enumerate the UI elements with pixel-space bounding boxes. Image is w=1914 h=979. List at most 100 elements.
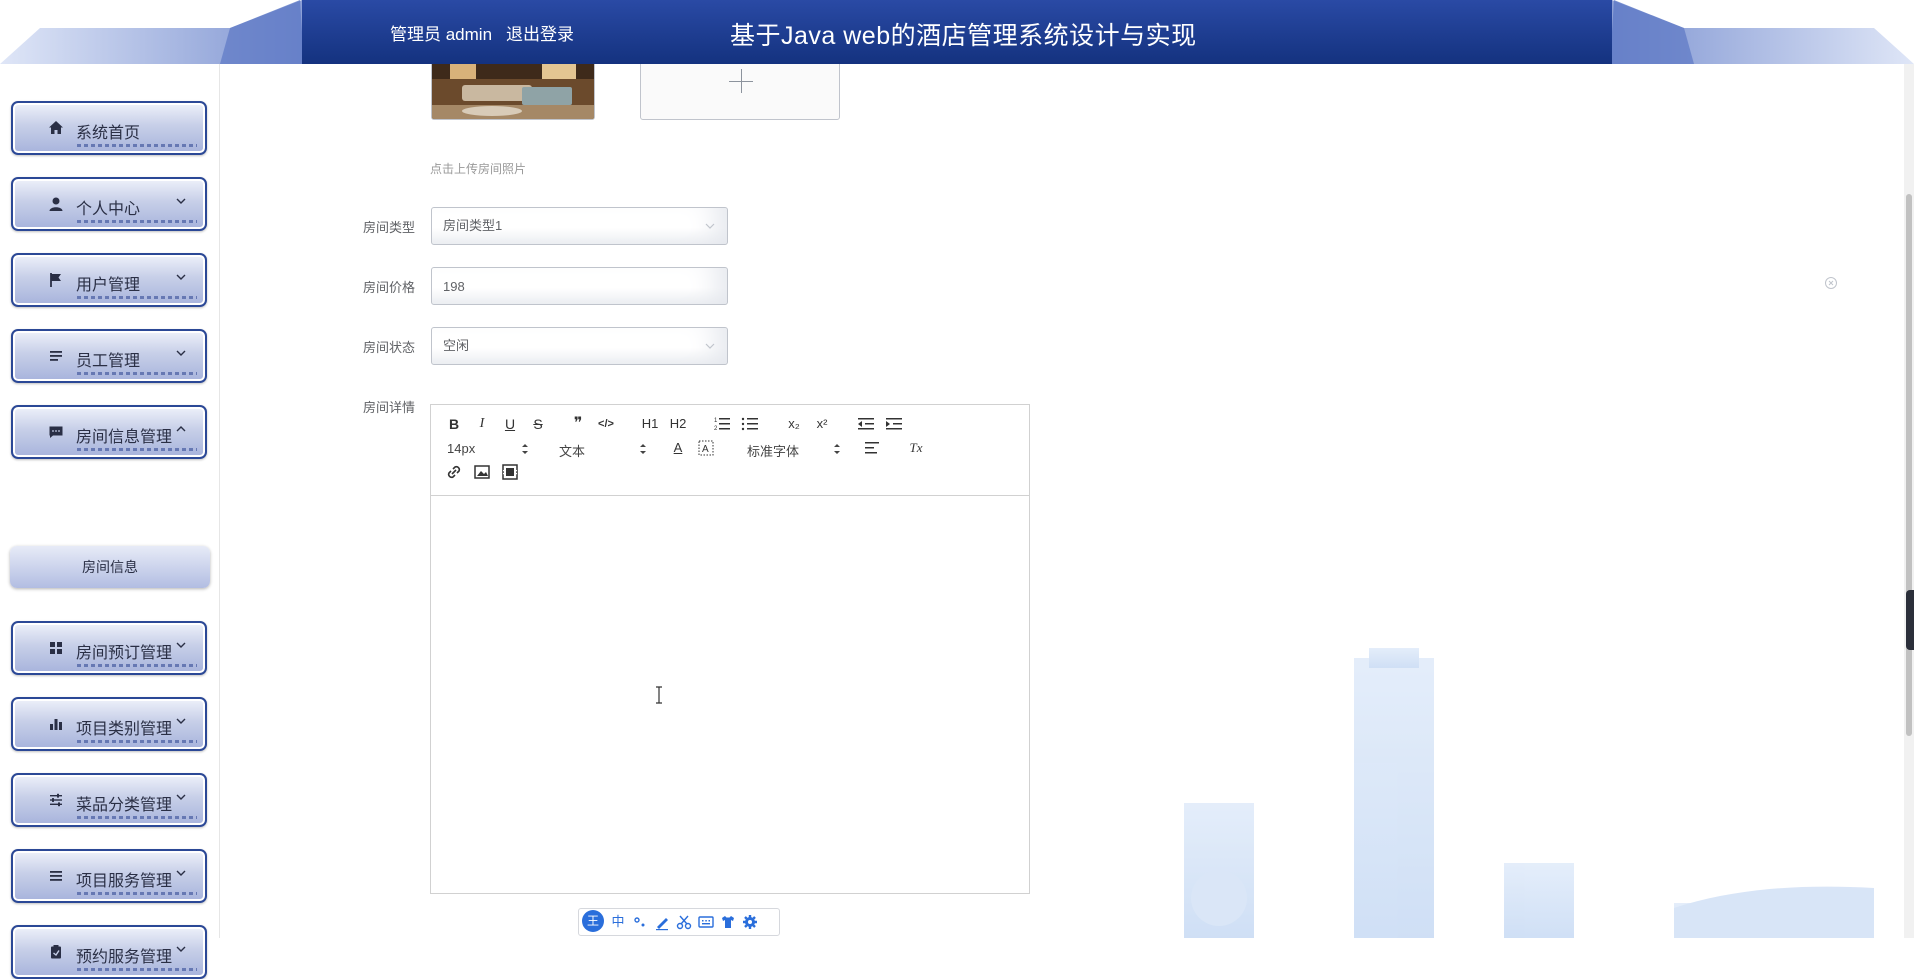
scissors-icon[interactable] <box>675 913 693 931</box>
skin-shirt-icon[interactable] <box>719 913 737 931</box>
subscript-button[interactable]: x₂ <box>783 413 805 435</box>
keyboard-icon[interactable] <box>697 913 715 931</box>
sidebar-item-label: 项目类别管理 <box>76 721 173 738</box>
chevron-down-icon <box>705 223 715 229</box>
up-down-icon <box>640 444 646 454</box>
chevron-down-icon <box>176 274 186 280</box>
chevron-down-icon <box>176 870 186 876</box>
clipboard-icon <box>51 945 61 959</box>
room-status-select[interactable]: 空闲 <box>431 327 728 365</box>
text-style-select[interactable]: 文本 <box>559 438 647 460</box>
chat-icon <box>49 426 63 438</box>
superscript-button[interactable]: x² <box>811 413 833 435</box>
sidebar-item-staff[interactable]: 员工管理 <box>11 329 207 383</box>
admin-user-label: 管理员 admin <box>390 25 493 44</box>
chevron-down-icon <box>176 794 186 800</box>
list-icon <box>50 871 62 881</box>
room-type-value: 房间类型1 <box>443 218 503 233</box>
ime-chinese-mode[interactable]: 中 <box>609 913 627 931</box>
sidebar-item-label: 菜品分类管理 <box>76 797 173 814</box>
align-left-icon[interactable] <box>861 437 883 459</box>
header-2-button[interactable]: H2 <box>667 413 689 435</box>
italic-button[interactable]: I <box>471 413 493 435</box>
header-1-button[interactable]: H1 <box>639 413 661 435</box>
font-color-button[interactable]: A <box>667 437 689 459</box>
code-block-button[interactable]: </> <box>595 413 617 435</box>
sidebar-item-home[interactable]: 系统首页 <box>11 101 207 155</box>
editor-toolbar: B I U S ❞ </> H1 H2 12 x₂ x² 14px 文本 A A… <box>431 405 1029 496</box>
system-title: 基于Java web的酒店管理系统设计与实现 <box>730 22 1197 50</box>
ime-toolbar: 王 中 <box>578 908 780 936</box>
logout-link[interactable]: 退出登录 <box>506 20 574 45</box>
top-header: 管理员 admin 退出登录 基于Java web的酒店管理系统设计与实现 <box>0 0 1914 64</box>
chevron-down-icon <box>176 946 186 952</box>
ordered-list-icon[interactable]: 12 <box>711 413 733 435</box>
room-type-select[interactable]: 房间类型1 <box>431 207 728 245</box>
svg-text:A: A <box>702 444 709 455</box>
outdent-icon[interactable] <box>855 413 877 435</box>
room-type-label: 房间类型 <box>363 220 416 235</box>
settings-gear-icon[interactable] <box>741 913 759 931</box>
sidebar-item-label: 预约服务管理 <box>76 949 173 966</box>
image-icon[interactable] <box>471 461 493 483</box>
bullet-list-icon[interactable] <box>739 413 761 435</box>
chevron-down-icon <box>176 198 186 204</box>
video-icon[interactable] <box>499 461 521 483</box>
indent-icon[interactable] <box>883 413 905 435</box>
strike-button[interactable]: S <box>527 413 549 435</box>
font-family-select[interactable]: 标准字体 <box>747 438 841 460</box>
font-size-select[interactable]: 14px <box>447 438 529 460</box>
sidebar-item-label: 房间信息管理 <box>76 429 173 446</box>
room-status-label: 房间状态 <box>363 340 416 355</box>
editor-content-area[interactable] <box>431 496 1029 893</box>
chevron-down-icon <box>705 343 715 349</box>
sidebar-item-project-service[interactable]: 项目服务管理 <box>11 849 207 903</box>
link-icon[interactable] <box>443 461 465 483</box>
upload-add-button[interactable] <box>640 64 840 120</box>
room-photo-image <box>432 64 594 119</box>
bold-button[interactable]: B <box>443 413 465 435</box>
ime-logo-icon[interactable]: 王 <box>582 910 604 932</box>
room-price-input[interactable] <box>431 267 728 305</box>
sidebar-item-label: 系统首页 <box>76 125 141 142</box>
sidebar: 系统首页 个人中心 用户管理 员工管理 房间信息管理 房间信息 房间预订管理 项… <box>0 64 220 979</box>
chevron-down-icon <box>176 642 186 648</box>
sidebar-item-label: 个人中心 <box>76 201 141 218</box>
scrollbar-thumb[interactable] <box>1906 194 1912 736</box>
clear-format-button[interactable]: Tx <box>905 437 927 459</box>
grid-icon <box>50 642 62 654</box>
main-content: 点击上传房间照片 房间类型 房间类型1 房间价格 房间状态 空闲 房间详情 B … <box>220 64 1904 938</box>
svg-text:1: 1 <box>714 418 718 424</box>
background-buildings-image <box>1184 648 1874 938</box>
background-color-icon[interactable]: A <box>695 437 717 459</box>
page-scrollbar[interactable] <box>1904 64 1914 938</box>
room-status-value: 空闲 <box>443 338 470 353</box>
text-style-value: 文本 <box>559 444 586 459</box>
svg-text:2: 2 <box>714 426 718 432</box>
sidebar-item-room-booking[interactable]: 房间预订管理 <box>11 621 207 675</box>
user-icon <box>49 197 63 211</box>
sidebar-item-label: 项目服务管理 <box>76 873 173 890</box>
list-icon <box>50 351 62 361</box>
sidebar-item-room-info[interactable]: 房间信息管理 <box>11 405 207 459</box>
bar-chart-icon <box>50 719 62 730</box>
sidebar-item-users[interactable]: 用户管理 <box>11 253 207 307</box>
punctuation-icon[interactable] <box>631 913 649 931</box>
sidebar-item-profile[interactable]: 个人中心 <box>11 177 207 231</box>
font-family-value: 标准字体 <box>747 444 800 459</box>
chevron-up-icon <box>176 426 186 432</box>
home-icon <box>49 121 63 134</box>
sidebar-item-dish-category[interactable]: 菜品分类管理 <box>11 773 207 827</box>
room-photo-thumbnail[interactable] <box>431 64 595 120</box>
chevron-down-icon <box>176 718 186 724</box>
sidebar-item-label: 房间预订管理 <box>76 645 173 662</box>
handwriting-icon[interactable] <box>653 913 671 931</box>
underline-button[interactable]: U <box>499 413 521 435</box>
submenu-item-room-info[interactable]: 房间信息 <box>10 546 210 588</box>
text-cursor-icon <box>656 686 662 704</box>
sidebar-item-project-category[interactable]: 项目类别管理 <box>11 697 207 751</box>
sidebar-item-reservation-service[interactable]: 预约服务管理 <box>11 925 207 979</box>
clear-circle-icon[interactable] <box>1824 276 1838 290</box>
blockquote-button[interactable]: ❞ <box>567 413 589 435</box>
upload-tip: 点击上传房间照片 <box>430 162 527 176</box>
